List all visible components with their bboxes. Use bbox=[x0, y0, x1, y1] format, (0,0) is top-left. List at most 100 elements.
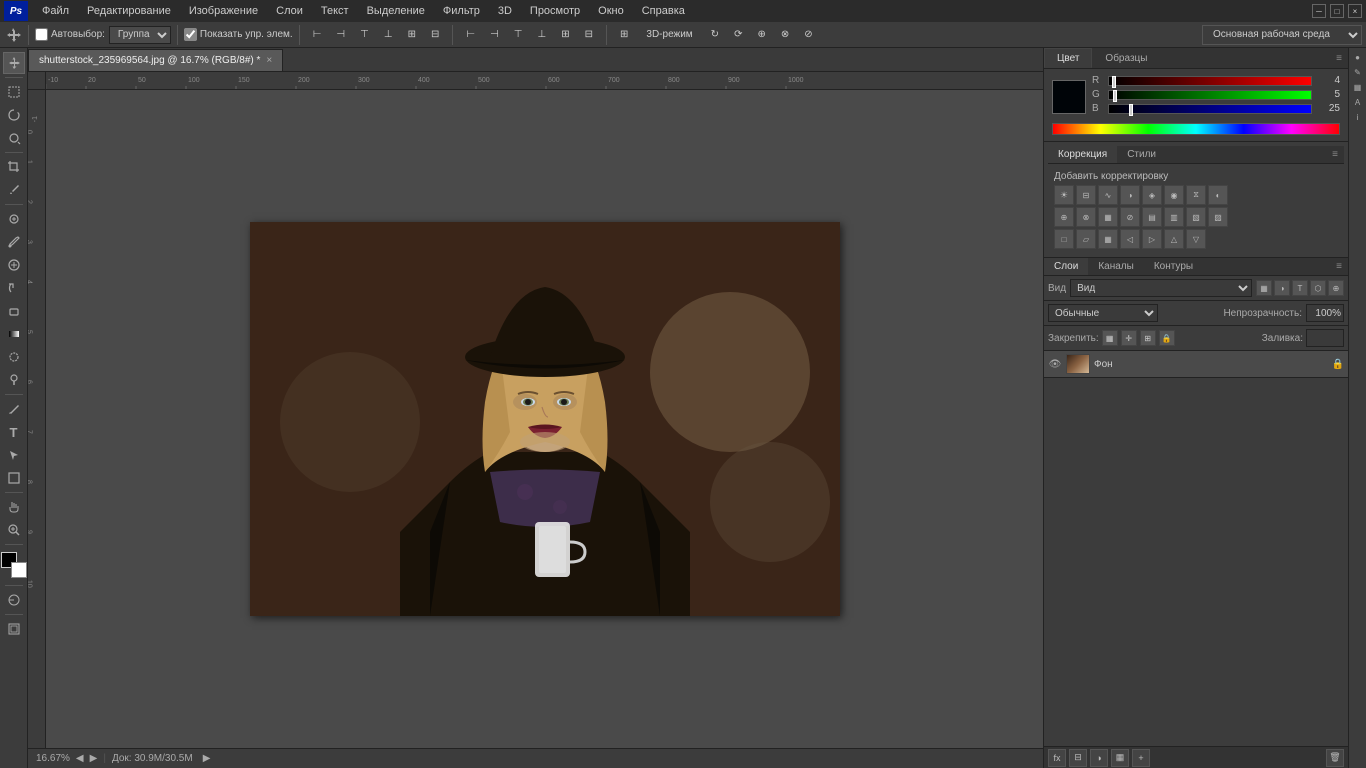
menu-layers[interactable]: Слои bbox=[268, 3, 311, 19]
curves-icon2[interactable]: △ bbox=[1164, 229, 1184, 249]
pattern-icon[interactable]: ▦ bbox=[1098, 229, 1118, 249]
align-right-btn[interactable]: ⊤ bbox=[353, 26, 376, 43]
color-tab[interactable]: Цвет bbox=[1044, 48, 1092, 68]
move-tool[interactable] bbox=[3, 52, 25, 74]
color-balance-icon[interactable]: ⧖ bbox=[1186, 185, 1206, 205]
filter-smart-icon[interactable]: ⊕ bbox=[1328, 280, 1344, 296]
exposure-icon2[interactable]: ▽ bbox=[1186, 229, 1206, 249]
menu-text[interactable]: Текст bbox=[313, 3, 357, 19]
blue-thumb[interactable] bbox=[1129, 104, 1133, 116]
distribute-right-btn[interactable]: ⊤ bbox=[507, 26, 530, 43]
curves-icon[interactable]: ∿ bbox=[1098, 185, 1118, 205]
exposure-icon[interactable]: ◑ bbox=[1120, 185, 1140, 205]
color-lookup-icon[interactable]: ▦ bbox=[1098, 207, 1118, 227]
menu-view[interactable]: Просмотр bbox=[522, 3, 588, 19]
brush-mini[interactable]: ✎ bbox=[1351, 65, 1365, 79]
quick-select-tool[interactable] bbox=[3, 127, 25, 149]
align-top-btn[interactable]: ⊥ bbox=[377, 26, 400, 43]
paths-tab[interactable]: Контуры bbox=[1144, 258, 1203, 275]
new-group-btn[interactable]: ▦ bbox=[1111, 749, 1129, 767]
eraser-tool[interactable] bbox=[3, 300, 25, 322]
align-center-h-btn[interactable]: ⊣ bbox=[329, 26, 352, 43]
color-panel-menu[interactable]: ≡ bbox=[1330, 53, 1348, 64]
levels-icon[interactable]: ⊟ bbox=[1076, 185, 1096, 205]
lock-all-btn[interactable]: 🔒 bbox=[1159, 330, 1175, 346]
distribute-v-btn[interactable]: ⊞ bbox=[554, 26, 576, 43]
autofill-checkbox[interactable] bbox=[35, 28, 48, 41]
text-mini[interactable]: A bbox=[1351, 95, 1365, 109]
menu-select[interactable]: Выделение bbox=[359, 3, 433, 19]
menu-filter[interactable]: Фильтр bbox=[435, 3, 488, 19]
add-layer-style-btn[interactable]: fx bbox=[1048, 749, 1066, 767]
quick-mask-tool[interactable] bbox=[3, 589, 25, 611]
align-bottom-btn[interactable]: ⊟ bbox=[424, 26, 446, 43]
canvas-scroll-area[interactable] bbox=[46, 90, 1043, 748]
distribute-h-btn[interactable]: ⊣ bbox=[483, 26, 506, 43]
lock-pixels-btn[interactable]: ▦ bbox=[1102, 330, 1118, 346]
info-mini[interactable]: i bbox=[1351, 110, 1365, 124]
invert-icon[interactable]: ⊘ bbox=[1120, 207, 1140, 227]
bw-icon[interactable]: ◐ bbox=[1208, 185, 1228, 205]
photo-filter-icon[interactable]: ⊕ bbox=[1054, 207, 1074, 227]
eyedropper-tool[interactable] bbox=[3, 179, 25, 201]
shape-tool[interactable] bbox=[3, 467, 25, 489]
add-mask-btn[interactable]: ⊟ bbox=[1069, 749, 1087, 767]
correction-tab[interactable]: Коррекция bbox=[1048, 146, 1117, 163]
path-select-tool[interactable] bbox=[3, 444, 25, 466]
mode-3d-rotate-btn[interactable]: ↻ bbox=[704, 26, 726, 43]
filter-shape-icon[interactable]: ⬡ bbox=[1310, 280, 1326, 296]
correction-panel-menu[interactable]: ≡ bbox=[1326, 149, 1344, 160]
color-picker-mini[interactable]: ● bbox=[1351, 50, 1365, 64]
threshold-icon[interactable]: ▥ bbox=[1164, 207, 1184, 227]
forward-btn[interactable]: ▶ bbox=[203, 753, 211, 764]
mode-3d-roll-btn[interactable]: ⟳ bbox=[727, 26, 749, 43]
menu-window[interactable]: Окно bbox=[590, 3, 632, 19]
gradient-fill-icon[interactable]: ▱ bbox=[1076, 229, 1096, 249]
selective-color-icon[interactable]: ▨ bbox=[1208, 207, 1228, 227]
green-slider[interactable] bbox=[1108, 90, 1312, 100]
mode-3d-slide-btn[interactable]: ⊗ bbox=[774, 26, 796, 43]
distribute-left-btn[interactable]: ⊢ bbox=[459, 26, 482, 43]
lasso-tool[interactable] bbox=[3, 104, 25, 126]
mode-3d-pan-btn[interactable]: ⊕ bbox=[750, 26, 772, 43]
channels-tab[interactable]: Каналы bbox=[1088, 258, 1144, 275]
layers-tab[interactable]: Слои bbox=[1044, 258, 1088, 275]
text-tool[interactable]: T bbox=[3, 421, 25, 443]
filter-text-icon[interactable]: T bbox=[1292, 280, 1308, 296]
history-brush-tool[interactable] bbox=[3, 277, 25, 299]
styles-tab[interactable]: Стили bbox=[1117, 146, 1166, 163]
mode-3d-scale-btn[interactable]: ⊘ bbox=[797, 26, 819, 43]
close-button[interactable]: × bbox=[1348, 4, 1362, 18]
lock-position-btn[interactable]: ✛ bbox=[1121, 330, 1137, 346]
table-row[interactable]: 👁 Фон 🔒 bbox=[1044, 351, 1348, 378]
new-adjustment-btn[interactable]: ◑ bbox=[1090, 749, 1108, 767]
show-transform-checkbox[interactable] bbox=[184, 28, 197, 41]
crop-tool[interactable] bbox=[3, 156, 25, 178]
solid-color-icon[interactable]: □ bbox=[1054, 229, 1074, 249]
levels-icon2[interactable]: ▷ bbox=[1142, 229, 1162, 249]
red-slider[interactable] bbox=[1108, 76, 1312, 86]
zoom-tool[interactable] bbox=[3, 519, 25, 541]
fill-input[interactable] bbox=[1306, 329, 1344, 347]
channel-mixer-icon[interactable]: ⊗ bbox=[1076, 207, 1096, 227]
menu-3d[interactable]: 3D bbox=[490, 3, 520, 19]
color-spectrum[interactable] bbox=[1052, 123, 1340, 135]
align-left-btn[interactable]: ⊢ bbox=[306, 26, 329, 43]
blend-mode-dropdown[interactable]: Обычные bbox=[1048, 304, 1158, 322]
delete-layer-btn[interactable]: 🗑 bbox=[1326, 749, 1344, 767]
gradient-mini[interactable]: ▦ bbox=[1351, 80, 1365, 94]
layer-visibility-eye[interactable]: 👁 bbox=[1048, 357, 1062, 371]
green-thumb[interactable] bbox=[1113, 90, 1117, 102]
brush-tool[interactable] bbox=[3, 231, 25, 253]
menu-edit[interactable]: Редактирование bbox=[79, 3, 179, 19]
gradient-tool[interactable] bbox=[3, 323, 25, 345]
posterize-icon[interactable]: ▤ bbox=[1142, 207, 1162, 227]
workspace-dropdown[interactable]: Основная рабочая среда bbox=[1202, 25, 1362, 45]
lock-artboards-btn[interactable]: ⊞ bbox=[1140, 330, 1156, 346]
brightness-icon2[interactable]: ◁ bbox=[1120, 229, 1140, 249]
marquee-tool[interactable] bbox=[3, 81, 25, 103]
document-tab[interactable]: shutterstock_235969564.jpg @ 16.7% (RGB/… bbox=[28, 49, 283, 71]
layers-panel-menu[interactable]: ≡ bbox=[1330, 261, 1348, 272]
gradient-map-icon[interactable]: ▧ bbox=[1186, 207, 1206, 227]
filter-adjust-icon[interactable]: ◑ bbox=[1274, 280, 1290, 296]
